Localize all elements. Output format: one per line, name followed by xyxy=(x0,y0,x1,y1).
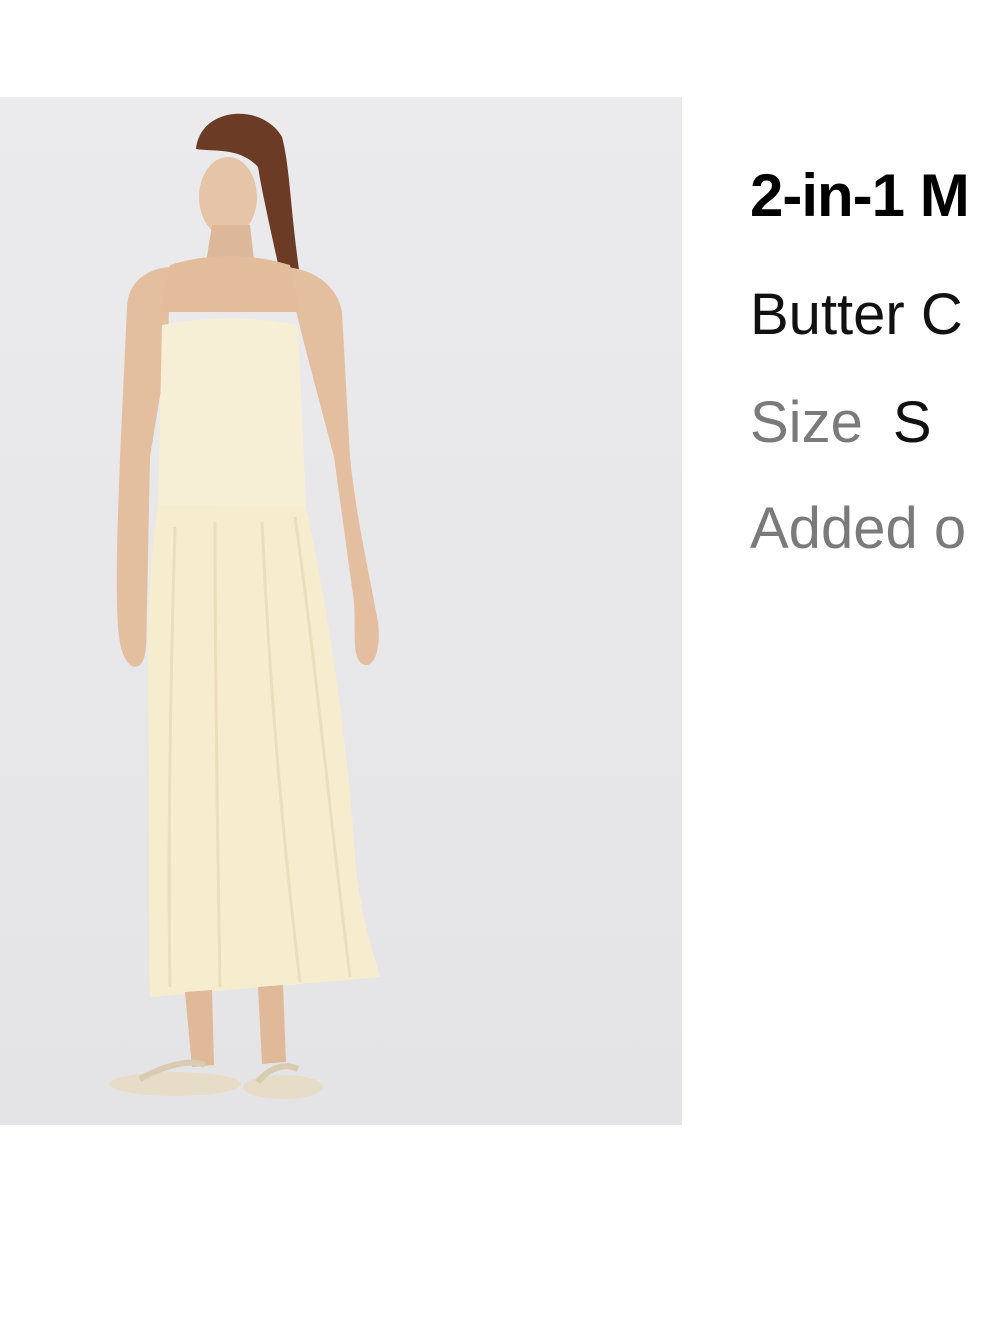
size-value: S xyxy=(892,390,932,455)
added-date-text: Added o xyxy=(750,496,967,561)
product-color: Butter C xyxy=(750,282,963,347)
wishlist-item: 2-in-1 M Butter C Size S Added o xyxy=(0,0,999,1333)
product-title[interactable]: 2-in-1 M xyxy=(750,150,999,242)
size-row: Size S xyxy=(750,388,999,458)
model-illustration xyxy=(109,113,380,1099)
product-image[interactable] xyxy=(0,97,682,1125)
size-label: Size xyxy=(750,390,863,455)
product-details: 2-in-1 M Butter C Size S Added o xyxy=(750,150,999,564)
